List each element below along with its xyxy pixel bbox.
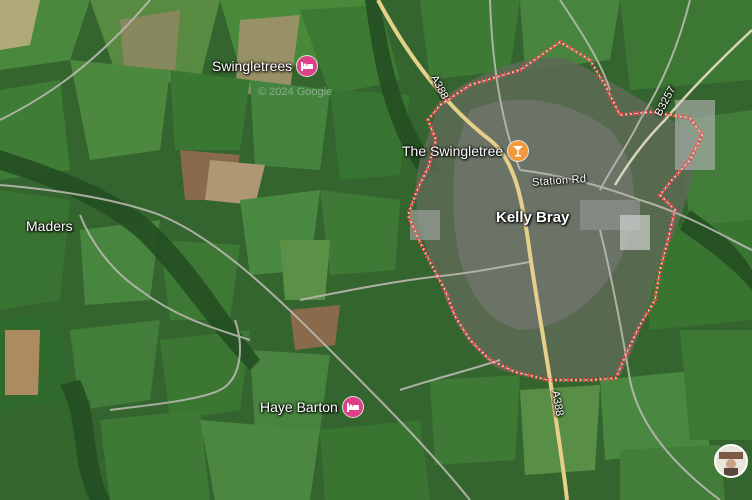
hotel-bed-icon [297, 56, 318, 76]
satellite-imagery [0, 0, 752, 500]
map-watermark: © 2024 Google [258, 86, 333, 98]
place-label-maders[interactable]: Maders [26, 219, 73, 233]
cocktail-bar-icon [508, 141, 529, 161]
poi-the-swingletree[interactable]: The Swingletree [402, 141, 529, 161]
poi-label-swingletrees: Swingletrees [212, 58, 293, 74]
poi-swingletrees[interactable]: Swingletrees [212, 56, 318, 76]
poi-haye-barton[interactable]: Haye Barton [260, 397, 363, 417]
hotel-bed-icon [342, 397, 363, 417]
user-avatar-icon[interactable] [714, 444, 748, 478]
poi-label-the-swingletree: The Swingletree [402, 143, 504, 159]
poi-label-haye-barton: Haye Barton [260, 399, 338, 415]
satellite-map[interactable]: © 2024 Google A388 A388 B3257 Station Rd… [0, 0, 752, 500]
place-label-kelly-bray[interactable]: Kelly Bray [496, 210, 569, 225]
